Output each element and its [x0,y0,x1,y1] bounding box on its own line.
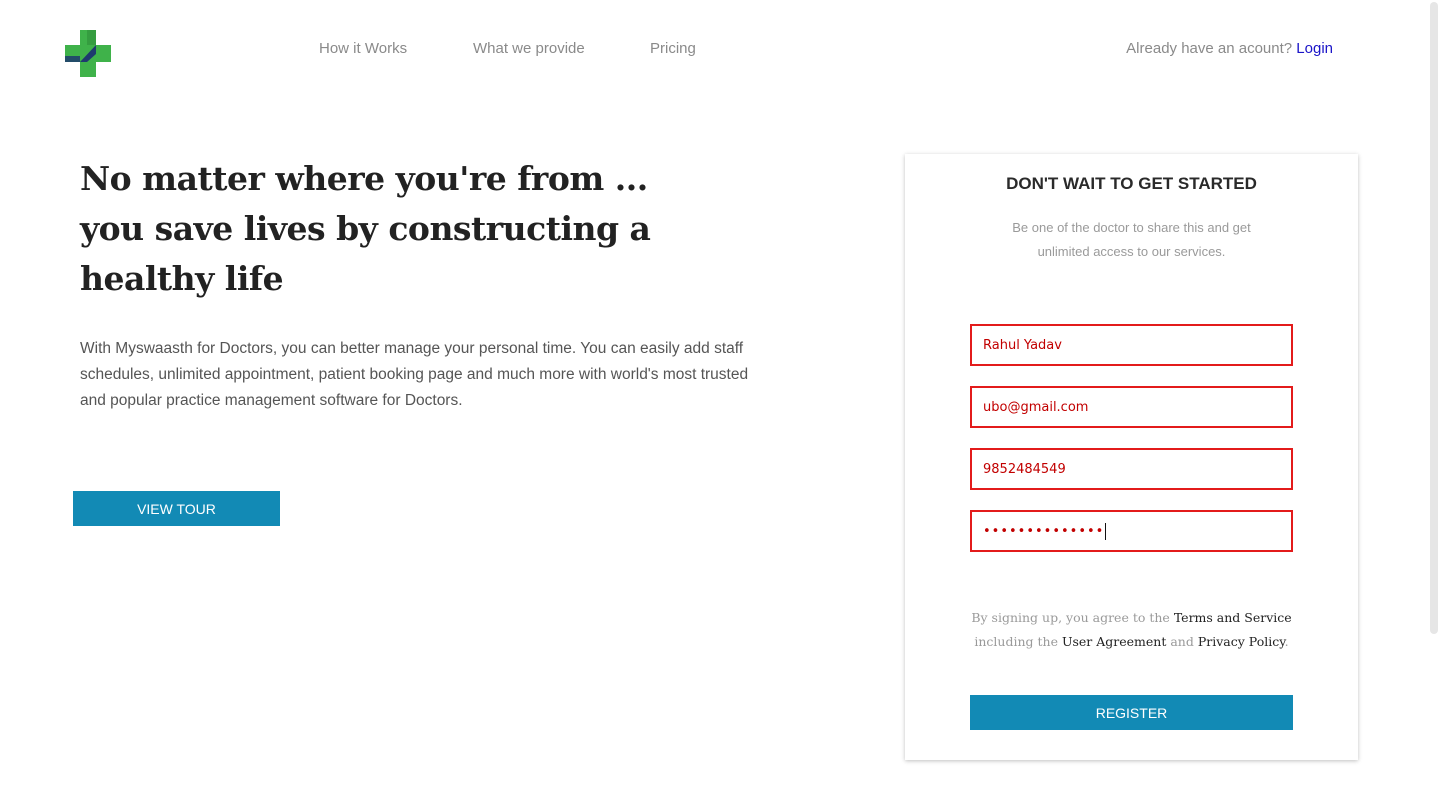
nav-pricing[interactable]: Pricing [650,40,696,57]
phone-field[interactable]: 9852484549 [970,448,1293,490]
register-button[interactable]: REGISTER [970,695,1293,730]
terms-and: and [1170,634,1194,649]
account-prompt-text: Already have an acount? [1126,40,1293,57]
nav-how-it-works[interactable]: How it Works [319,40,407,57]
terms-middle: including the [974,634,1058,649]
view-tour-button[interactable]: VIEW TOUR [73,491,280,526]
terms-notice: By signing up, you agree to the Terms an… [960,606,1303,654]
user-agreement-link[interactable]: User Agreement [1062,634,1166,649]
name-field-value: Rahul Yadav [983,337,1062,353]
login-link[interactable]: Login [1296,40,1333,57]
terms-prefix: By signing up, you agree to the [971,610,1170,625]
email-field[interactable]: ubo@gmail.com [970,386,1293,428]
hero-title-line-3: healthy life [80,259,284,298]
nav-what-we-provide[interactable]: What we provide [473,40,585,57]
phone-field-value: 9852484549 [983,461,1066,477]
hero-title-line-2: you save lives by constructing a [80,209,651,248]
privacy-policy-link[interactable]: Privacy Policy [1198,634,1285,649]
signup-card: DON'T WAIT TO GET STARTED Be one of the … [905,154,1358,760]
password-field-value: •••••••••••••• [983,523,1105,539]
scrollbar-thumb[interactable] [1430,2,1438,634]
signup-title: DON'T WAIT TO GET STARTED [1006,174,1257,193]
hero-title: No matter where you're from ... you save… [80,154,651,304]
text-caret [1105,522,1107,540]
terms-of-service-link[interactable]: Terms and Service [1174,610,1292,625]
scrollbar[interactable] [1426,0,1440,786]
name-field[interactable]: Rahul Yadav [970,324,1293,366]
account-prompt: Already have an acount? Login [1126,40,1333,57]
signup-subtitle: Be one of the doctor to share this and g… [1012,220,1251,259]
hero-description: With Myswaasth for Doctors, you can bett… [80,340,749,409]
medical-cross-logo-icon[interactable] [65,30,111,77]
terms-suffix: . [1284,634,1289,649]
email-field-value: ubo@gmail.com [983,399,1089,415]
password-field[interactable]: •••••••••••••• [970,510,1293,552]
hero-title-line-1: No matter where you're from ... [80,159,648,198]
